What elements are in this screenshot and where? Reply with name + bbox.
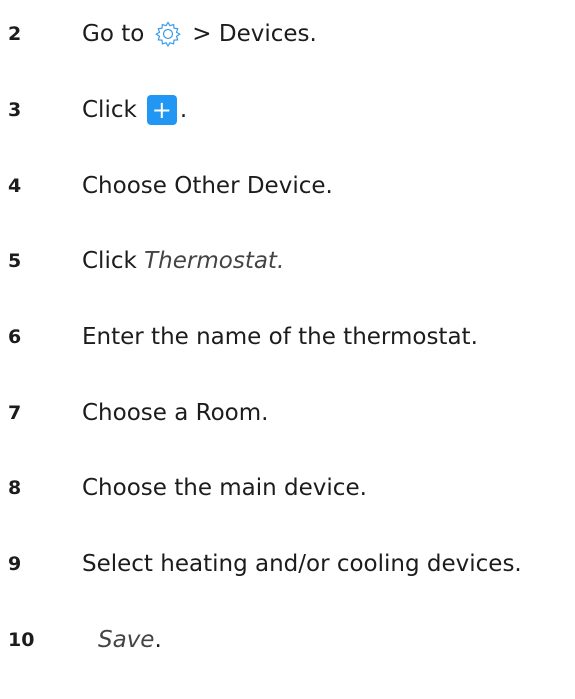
step-number: 5 [8, 250, 22, 272]
step-text-italic: Thermostat. [144, 248, 285, 274]
step-7: 7 Choose a Room. [0, 393, 575, 433]
step-5: 5 Click Thermostat. [0, 241, 575, 281]
step-number: 8 [8, 477, 22, 499]
step-number: 9 [8, 553, 22, 575]
step-2: 2 Go to > Devices. [0, 14, 575, 54]
step-8: 8 Choose the main device. [0, 468, 575, 508]
step-text-after: . [179, 97, 188, 123]
step-text: Choose Other Device. [82, 173, 333, 199]
gear-icon [153, 19, 183, 49]
step-text: Enter the name of the thermostat. [82, 324, 478, 350]
step-text: Click Thermostat. [82, 248, 284, 274]
step-number: 7 [8, 402, 22, 424]
step-6: 6 Enter the name of the thermostat. [0, 317, 575, 357]
step-number: 3 [8, 99, 22, 121]
step-text-before: Click [82, 248, 137, 274]
step-number: 6 [8, 326, 22, 348]
step-text-italic: Save [98, 627, 155, 653]
step-text: Choose a Room. [82, 400, 269, 426]
step-text: Choose the main device. [82, 475, 367, 501]
step-3: 3 Click + . [0, 90, 575, 130]
step-number: 4 [8, 175, 22, 197]
step-text: Click + . [82, 95, 187, 125]
step-text: Go to > Devices. [82, 19, 317, 49]
step-text-before: Click [82, 97, 137, 123]
step-10: 10 Save. [0, 620, 575, 660]
step-text-after: > Devices. [192, 21, 317, 47]
step-text: Save. [98, 627, 162, 653]
step-number: 2 [8, 23, 22, 45]
step-text-before: Go to [82, 21, 145, 47]
add-button-icon: + [146, 95, 177, 125]
step-9: 9 Select heating and/or cooling devices. [0, 544, 575, 584]
step-text-after: . [154, 627, 162, 653]
step-4: 4 Choose Other Device. [0, 166, 575, 206]
step-text: Select heating and/or cooling devices. [82, 551, 522, 577]
step-number: 10 [8, 629, 35, 651]
